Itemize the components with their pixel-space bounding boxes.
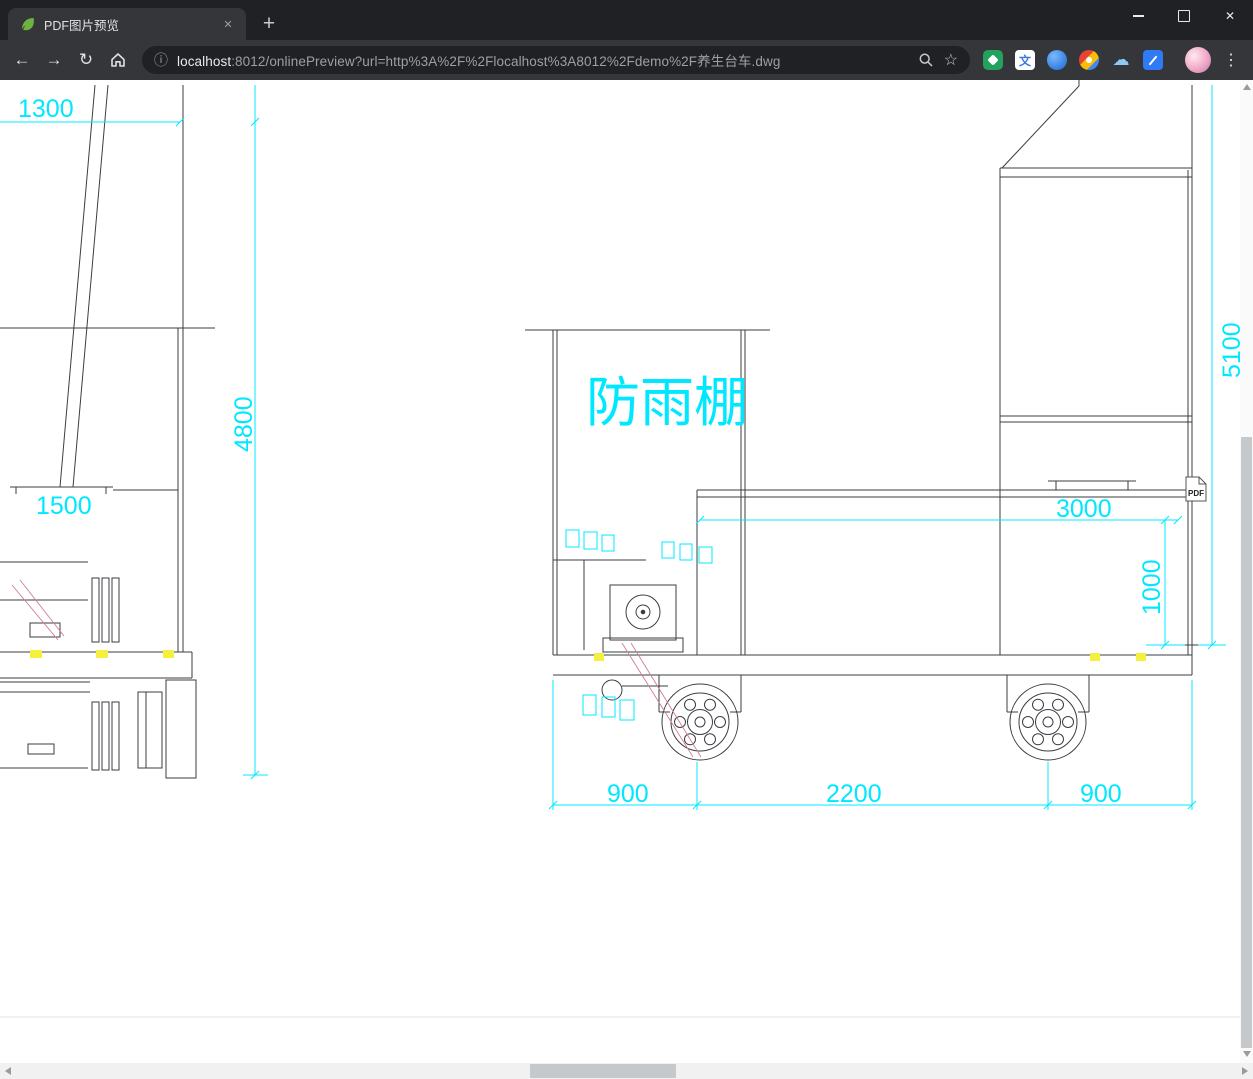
close-button[interactable]: ✕	[1207, 0, 1253, 32]
dim-platform-width: 1500	[36, 492, 92, 520]
scroll-left-icon[interactable]	[5, 1067, 11, 1075]
extension-colorful-icon[interactable]	[1079, 50, 1099, 70]
dim-front-overhang: 900	[607, 780, 649, 808]
spring-leaf-icon	[20, 16, 36, 32]
maximize-button[interactable]	[1161, 0, 1207, 32]
scroll-up-icon[interactable]	[1242, 84, 1251, 90]
pdf-overlay-icon[interactable]: PDF	[1185, 476, 1207, 502]
tab-strip: PDF图片预览 ✕ + ✕	[0, 0, 1253, 40]
home-icon	[111, 53, 125, 67]
browser-menu-icon[interactable]: ⋮	[1221, 44, 1241, 76]
tab-title: PDF图片预览	[44, 18, 120, 33]
window-controls: ✕	[1115, 0, 1253, 32]
dim-rear-overhang: 900	[1080, 780, 1122, 808]
vertical-scroll-thumb[interactable]	[1241, 437, 1252, 1048]
scroll-right-icon[interactable]	[1242, 1067, 1248, 1075]
cad-left-view	[0, 84, 215, 779]
dim-deck-height: 1000	[1138, 559, 1166, 615]
leader-lines	[11, 579, 702, 758]
page-info-icon[interactable]: ⓘ	[154, 50, 168, 70]
extensions-bar: 文 ☁	[983, 50, 1163, 70]
tab-pdf-preview[interactable]: PDF图片预览 ✕	[8, 8, 246, 40]
extension-blue-ball-icon[interactable]	[1047, 50, 1067, 70]
minimize-icon	[1132, 15, 1144, 17]
navigation-bar: ← → ↻ ⓘ localhost:8012/onlinePreview?url…	[0, 40, 1253, 80]
extension-green-icon[interactable]	[983, 50, 1003, 70]
dim-left-height: 4800	[230, 396, 258, 452]
pdf-badge-label: PDF	[1188, 489, 1204, 498]
dim-right-height: 5100	[1218, 322, 1240, 378]
dwg-preview-page: 1300 1500 4800 防雨棚 3000 1000 5100 900 22…	[0, 80, 1240, 1063]
extension-colorful-glyph	[1086, 57, 1092, 63]
horizontal-scrollbar[interactable]	[0, 1063, 1253, 1079]
address-bar[interactable]: ⓘ localhost:8012/onlinePreview?url=http%…	[142, 46, 970, 74]
dim-wheelbase: 2200	[826, 780, 882, 808]
front-wheel	[661, 683, 739, 761]
forward-button[interactable]: →	[38, 44, 70, 76]
browser-window: PDF图片预览 ✕ + ✕ ← → ↻ ⓘ localhost:8012/onl…	[0, 0, 1253, 1079]
dim-top-width: 1300	[18, 95, 74, 123]
maximize-icon	[1178, 10, 1190, 22]
url-host: localhost	[177, 54, 232, 69]
url-path: :8012/onlinePreview?url=http%3A%2F%2Floc…	[231, 54, 781, 69]
profile-avatar[interactable]	[1185, 47, 1211, 73]
minimize-button[interactable]	[1115, 0, 1161, 32]
scroll-down-icon[interactable]	[1242, 1051, 1251, 1057]
dim-deck-width: 3000	[1056, 495, 1112, 523]
new-tab-button[interactable]: +	[254, 9, 284, 39]
extension-green-glyph	[987, 54, 999, 66]
extension-blue-glyph	[1148, 55, 1158, 65]
shelter-label: 防雨棚	[586, 373, 748, 433]
extension-blue-icon[interactable]	[1143, 50, 1163, 70]
zoom-indicator-icon[interactable]	[918, 52, 934, 68]
extension-translate-icon[interactable]: 文	[1015, 50, 1035, 70]
url-text: localhost:8012/onlinePreview?url=http%3A…	[177, 50, 908, 70]
bookmark-star-icon[interactable]: ☆	[944, 50, 958, 70]
horizontal-scroll-thumb[interactable]	[530, 1064, 676, 1078]
back-button[interactable]: ←	[6, 44, 38, 76]
extension-cloud-icon[interactable]: ☁	[1111, 50, 1131, 70]
reload-button[interactable]: ↻	[70, 44, 102, 76]
home-button[interactable]	[102, 44, 134, 76]
tab-close-icon[interactable]: ✕	[220, 16, 236, 32]
vertical-scrollbar[interactable]	[1240, 80, 1253, 1063]
rear-wheel	[1009, 683, 1087, 761]
cad-drawing: 1300 1500 4800 防雨棚 3000 1000 5100 900 22…	[0, 80, 1240, 1018]
dimension-texts: 1300 1500 4800 防雨棚 3000 1000 5100 900 22…	[18, 95, 1240, 808]
